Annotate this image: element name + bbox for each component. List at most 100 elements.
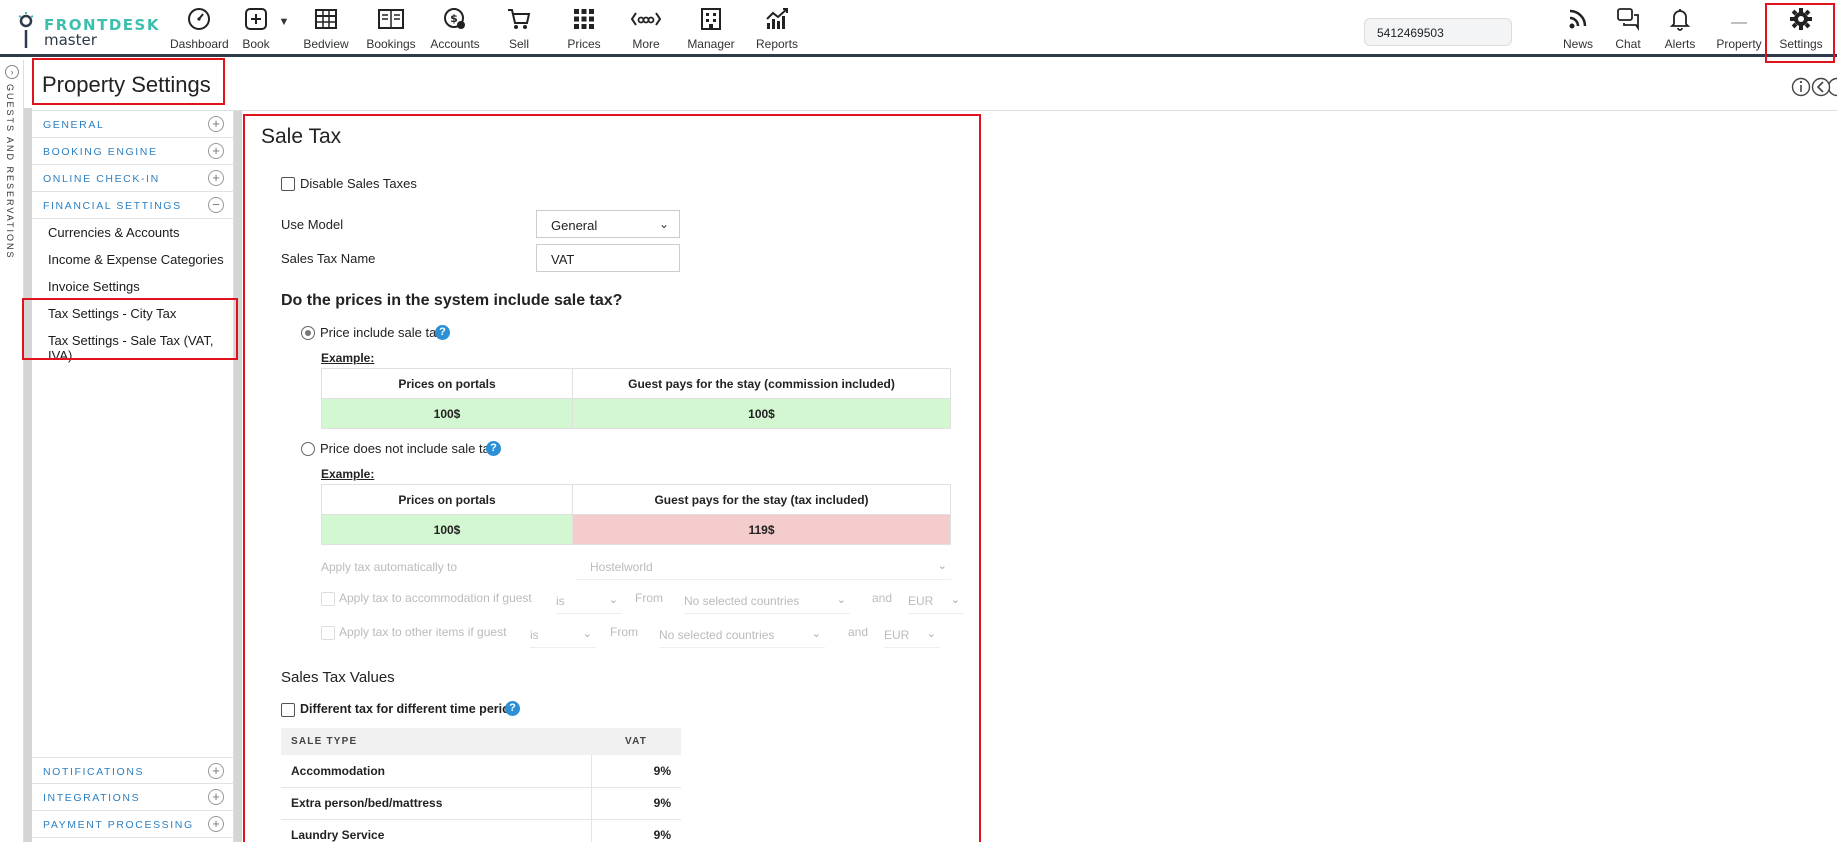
col-vat: VAT	[591, 728, 681, 755]
rule1-countries-select[interactable]: No selected countries ⌄	[684, 588, 850, 614]
apply-other-items-checkbox[interactable]	[321, 626, 335, 640]
expand-plus-icon[interactable]: +	[208, 816, 224, 832]
expand-plus-icon[interactable]: +	[208, 170, 224, 186]
dashboard-gauge-icon	[188, 8, 210, 30]
search-input[interactable]: 5412469503	[1364, 18, 1512, 46]
expand-plus-icon[interactable]: +	[208, 763, 224, 779]
rule2-countries-select[interactable]: No selected countries ⌄	[659, 622, 825, 648]
nav-settings[interactable]: Settings	[1778, 6, 1824, 54]
nav-label: Reports	[755, 37, 799, 51]
table-row[interactable]: Laundry Service 9%	[281, 819, 681, 842]
sidebar-section-payment-processing[interactable]: PAYMENT PROCESSING +	[32, 811, 234, 838]
nav-alerts[interactable]: Alerts	[1662, 6, 1698, 54]
nav-label: Property	[1716, 37, 1762, 51]
rule2-from-label: From	[610, 625, 638, 639]
use-model-select[interactable]: General ⌄	[536, 210, 680, 238]
sidebar-section-online-checkin[interactable]: ONLINE CHECK-IN +	[32, 165, 234, 192]
sidebar-item-income-expense[interactable]: Income & Expense Categories	[48, 252, 224, 267]
apply-accommodation-checkbox[interactable]	[321, 592, 335, 606]
nav-label: Bedview	[303, 37, 349, 51]
logo-mark-icon	[18, 12, 34, 48]
cart-icon	[508, 9, 531, 29]
rule2-currency-value: EUR	[884, 628, 910, 642]
nav-label: Sell	[508, 37, 529, 51]
nav-label: Chat	[1615, 37, 1641, 51]
left-scrollbar[interactable]	[24, 108, 32, 842]
nav-book[interactable]: Book	[238, 6, 274, 54]
dots-grid-icon	[574, 9, 594, 29]
expand-plus-icon[interactable]: +	[208, 789, 224, 805]
expand-plus-icon[interactable]: +	[208, 143, 224, 159]
help-icon[interactable]: ?	[505, 701, 520, 716]
price-not-include-tax-radio[interactable]	[301, 442, 315, 456]
different-tax-period-checkbox[interactable]	[281, 703, 295, 717]
section-label: BOOKING ENGINE	[43, 146, 158, 158]
sidebar-item-city-tax[interactable]: Tax Settings - City Tax	[48, 306, 176, 321]
use-model-value: General	[551, 218, 598, 233]
nav-manager[interactable]: Manager	[686, 6, 736, 54]
back-arrow-icon[interactable]	[1811, 77, 1831, 97]
nav-dashboard[interactable]: Dashboard	[170, 6, 229, 54]
top-navbar: FRONTDESK master Dashboard Book ▼ Bedvie…	[0, 0, 1837, 57]
disable-sales-taxes-checkbox[interactable]	[281, 177, 295, 191]
svg-text:$: $	[450, 12, 458, 25]
help-icon[interactable]: ?	[486, 441, 501, 456]
sidebar-section-integrations[interactable]: INTEGRATIONS +	[32, 784, 234, 811]
sidebar-section-booking-engine[interactable]: BOOKING ENGINE +	[32, 138, 234, 165]
nav-prices[interactable]: Prices	[564, 6, 604, 54]
vat-cell[interactable]: 9%	[590, 787, 681, 820]
rule2-currency-select[interactable]: EUR ⌄	[884, 622, 940, 648]
nav-label: Alerts	[1664, 37, 1696, 51]
example-label: Example:	[321, 467, 375, 481]
forward-arrow-icon[interactable]	[1829, 77, 1837, 97]
price-include-tax-radio[interactable]	[301, 326, 315, 340]
info-icon[interactable]	[1791, 77, 1811, 97]
sales-tax-values-title: Sales Tax Values	[281, 669, 395, 686]
nav-chat[interactable]: Chat	[1612, 6, 1644, 54]
collapse-minus-icon[interactable]: −	[208, 197, 224, 213]
expand-panel-icon[interactable]: ›	[5, 65, 19, 79]
table-row[interactable]: Accommodation 9%	[281, 755, 681, 788]
sidebar-item-sale-tax[interactable]: Tax Settings - Sale Tax (VAT, IVA)	[48, 333, 233, 363]
money-icon: $	[444, 8, 465, 29]
vat-cell[interactable]: 9%	[590, 819, 681, 842]
gear-icon	[1790, 8, 1812, 30]
rule2-op-value: is	[530, 628, 539, 642]
apply-accommodation-label: Apply tax to accommodation if guest	[339, 591, 532, 605]
sidebar-section-general[interactable]: GENERAL +	[32, 111, 234, 138]
brand-logo[interactable]: FRONTDESK master	[18, 10, 158, 50]
vat-cell[interactable]: 9%	[590, 755, 681, 788]
nav-reports[interactable]: Reports	[754, 6, 800, 54]
nav-label: News	[1562, 37, 1593, 51]
nav-label: Bookings	[366, 37, 416, 51]
sidebar-section-financial-settings[interactable]: FINANCIAL SETTINGS −	[32, 192, 234, 219]
sidebar-scrollbar[interactable]	[234, 111, 242, 842]
nav-sell[interactable]: Sell	[504, 6, 534, 54]
rule2-op-select[interactable]: is ⌄	[530, 622, 596, 648]
sidebar-item-invoice-settings[interactable]: Invoice Settings	[48, 279, 140, 294]
plus-square-icon	[245, 8, 267, 30]
chevron-down-icon: ⌄	[608, 594, 618, 606]
nav-property[interactable]: Property	[1714, 6, 1764, 54]
guests-reservations-strip[interactable]: › GUESTS AND RESERVATIONS	[0, 60, 24, 842]
rule1-currency-select[interactable]: EUR ⌄	[908, 588, 964, 614]
expand-plus-icon[interactable]: +	[208, 116, 224, 132]
sidebar-item-currencies-accounts[interactable]: Currencies & Accounts	[48, 225, 180, 240]
nav-more[interactable]: More	[628, 6, 664, 54]
price-includes-question: Do the prices in the system include sale…	[281, 292, 623, 309]
chevron-down-icon: ⌄	[950, 594, 960, 606]
apply-auto-select[interactable]: Hostelworld ⌄	[576, 554, 951, 580]
apply-other-items-label: Apply tax to other items if guest	[339, 625, 507, 639]
nav-news[interactable]: News	[1562, 6, 1594, 54]
nav-accounts[interactable]: $ Accounts	[428, 6, 482, 54]
nav-bookings[interactable]: Bookings	[364, 6, 418, 54]
table-row[interactable]: Extra person/bed/mattress 9%	[281, 787, 681, 820]
nav-bedview[interactable]: Bedview	[302, 6, 350, 54]
rule1-op-select[interactable]: is ⌄	[556, 588, 622, 614]
sales-tax-name-input[interactable]: VAT	[536, 244, 680, 272]
chevron-down-icon: ⌄	[926, 628, 936, 640]
chevron-down-icon: ⌄	[937, 560, 947, 572]
sidebar-section-notifications[interactable]: NOTIFICATIONS +	[32, 757, 234, 784]
book-dropdown-caret[interactable]: ▼	[276, 14, 292, 62]
help-icon[interactable]: ?	[435, 325, 450, 340]
